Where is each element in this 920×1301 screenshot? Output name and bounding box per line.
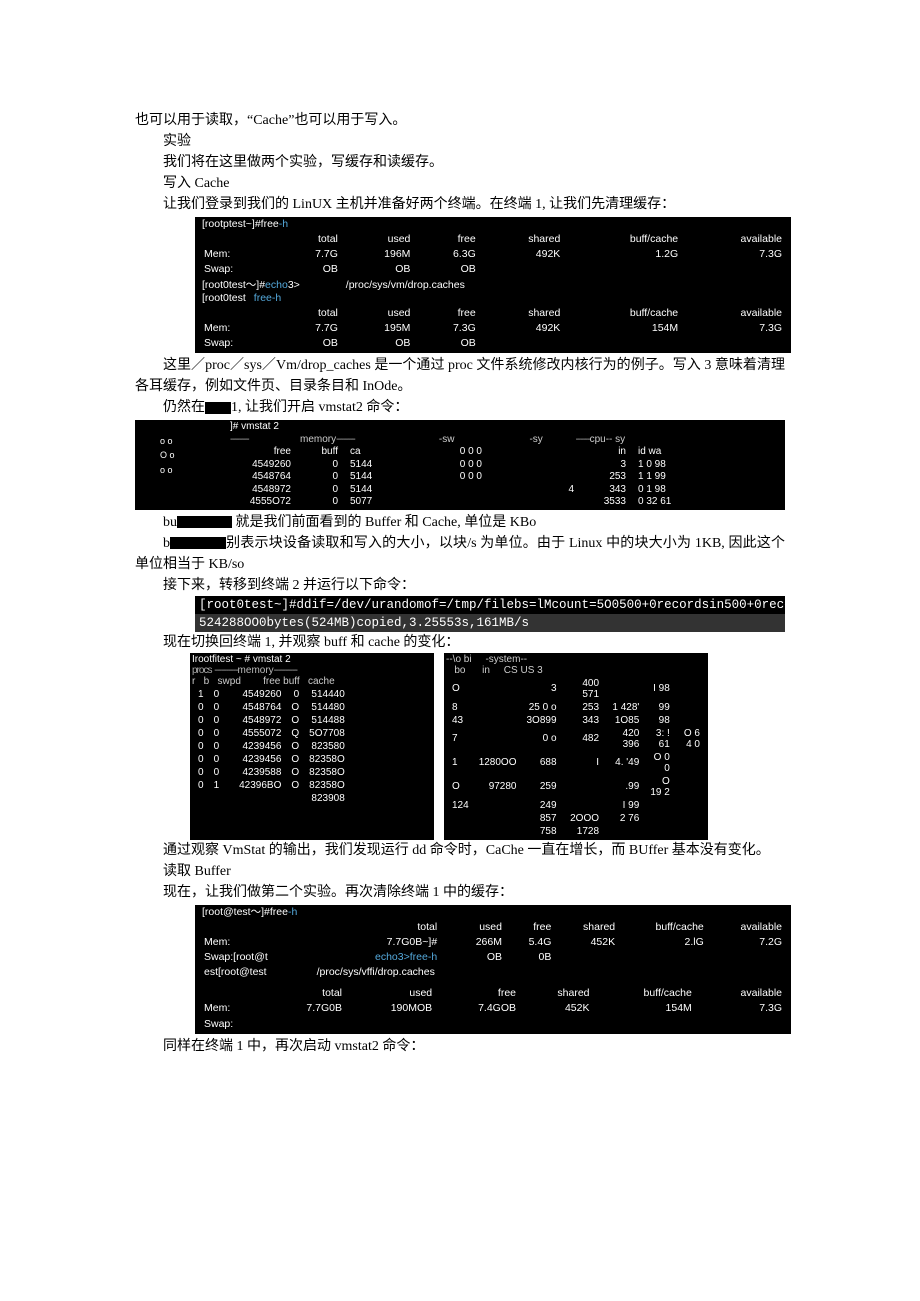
para-4-line1: 让我们登录到我们的 LinUX 主机并准备好两个终端。在终端 1, 让我们先清理… bbox=[135, 194, 785, 215]
para-6: 仍然在1, 让我们开启 vmstat2 命令： bbox=[135, 397, 785, 418]
para-3: 写入 Cache bbox=[135, 173, 785, 194]
terminal-vmstat-1: o oO oo o ]# vmstat 2 --------memory----… bbox=[135, 420, 785, 510]
para-5: 这里／proc／sys／Vm/drop_caches 是一个通过 proc 文件… bbox=[135, 355, 785, 397]
para-2: 我们将在这里做两个实验，写缓存和读缓存。 bbox=[135, 152, 785, 173]
terminal-free-2: [root@test～]#free-h totalusedfreesharedb… bbox=[195, 905, 791, 1034]
para-9: 接下来，转移到终端 2 并运行以下命令： bbox=[135, 575, 785, 596]
para-12: 读取 Buffer bbox=[135, 861, 785, 882]
terminal-free-1: [rootptest~]#free-h total used free shar… bbox=[195, 217, 791, 353]
page: 也可以用于读取，“Cache”也可以用于写入。 实验 我们将在这里做两个实验，写… bbox=[0, 0, 920, 1301]
para-7: bu 就是我们前面看到的 Buffer 和 Cache, 单位是 KBo bbox=[135, 512, 785, 533]
para-11: 通过观察 VmStat 的输出，我们发现运行 dd 命令时，CaChe 一直在增… bbox=[135, 840, 785, 861]
para-13: 现在，让我们做第二个实验。再次清除终端 1 中的缓存： bbox=[135, 882, 785, 903]
terminal-vmstat-pair: Irootfitest ~ # vmstat 2 procs ---------… bbox=[190, 653, 785, 840]
vm-prompt: ]# vmstat 2 bbox=[230, 421, 785, 434]
vm-left-cmd: Irootfitest ~ # vmstat 2 bbox=[192, 654, 432, 665]
vm-left: Irootfitest ~ # vmstat 2 procs ---------… bbox=[190, 653, 434, 840]
cmd-free2: [root0test bbox=[198, 292, 250, 305]
para-1: 实验 bbox=[135, 131, 785, 152]
vm-right: --\o bi -system-- bo in CS US 3 O3400 57… bbox=[444, 653, 708, 840]
cmd: [rootptest~]#free-h bbox=[198, 218, 292, 231]
terminal-dd: [root0test~]#ddif=/dev/urandomof=/tmp/fi… bbox=[195, 596, 785, 632]
para-10: 现在切换回终端 1, 并观察 buff 和 cache 的变化： bbox=[135, 632, 785, 653]
side-dots: o oO oo o bbox=[160, 436, 175, 476]
para-0: 也可以用于读取，“Cache”也可以用于写入。 bbox=[135, 110, 785, 131]
dd-line1: [root0test~]#ddif=/dev/urandomof=/tmp/fi… bbox=[195, 596, 785, 614]
dd-line3: 524288OO0bytes(524MB)copied,3.25553s,161… bbox=[195, 614, 785, 632]
cmd-echo: [root0test～]#echo3> bbox=[198, 279, 304, 292]
para-8: b别表示块设备读取和写入的大小，以块/s 为单位。由于 Linux 中的块大小为… bbox=[135, 533, 785, 575]
cmd: [root@test～]#free-h bbox=[198, 906, 301, 919]
para-14: 同样在终端 1 中，再次启动 vmstat2 命令： bbox=[135, 1036, 785, 1057]
